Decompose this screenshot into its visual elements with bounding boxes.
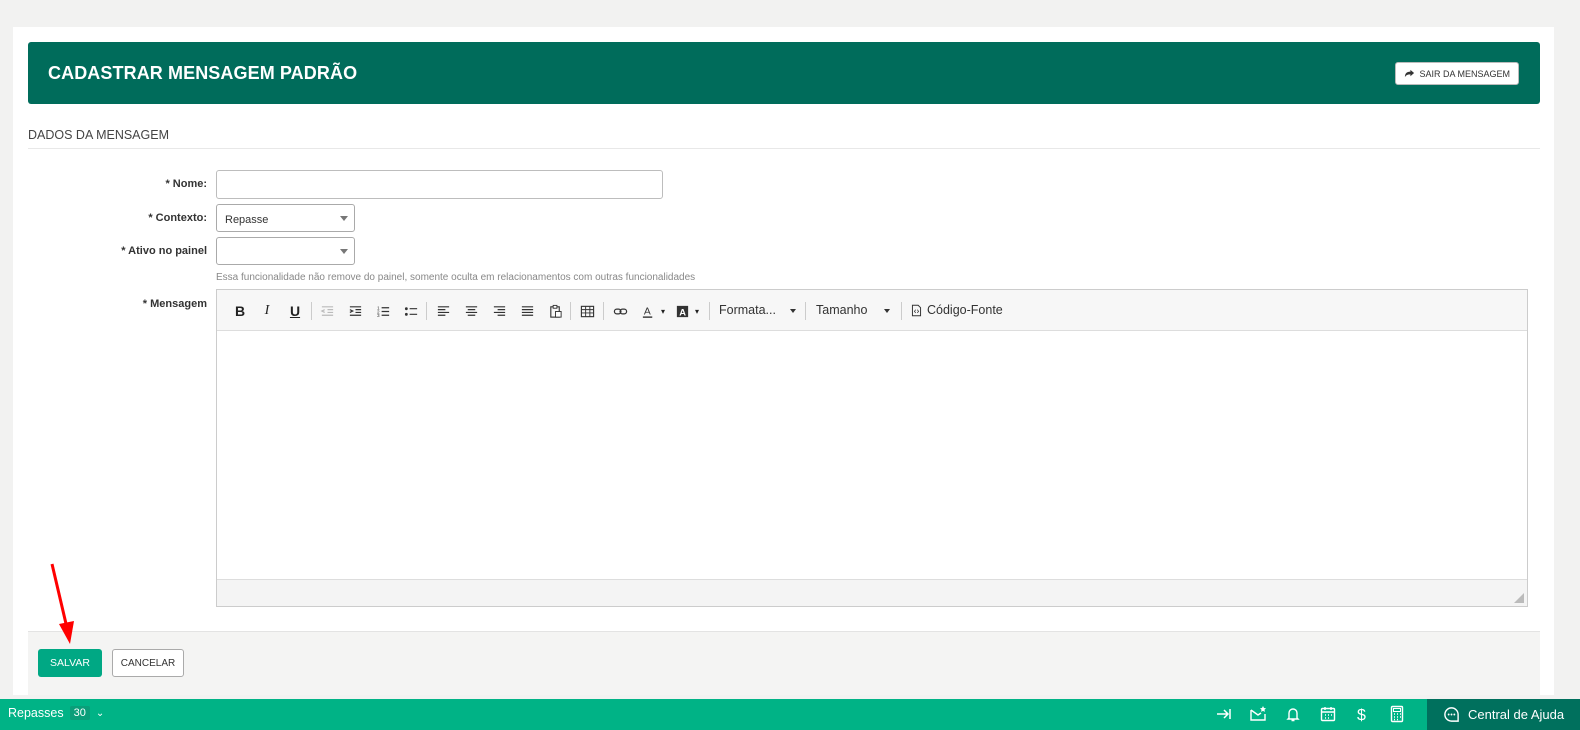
share-arrow-icon xyxy=(1405,69,1415,78)
svg-text:3: 3 xyxy=(376,313,379,318)
form-card: CADASTRAR MENSAGEM PADRÃO SAIR DA MENSAG… xyxy=(13,27,1554,695)
toolbar-divider xyxy=(311,302,312,320)
size-dropdown[interactable]: Tamanho xyxy=(816,303,892,317)
editor-statusbar xyxy=(217,579,1527,606)
table-icon[interactable] xyxy=(578,302,596,320)
module-count-badge: 30 xyxy=(69,706,90,720)
nome-input[interactable] xyxy=(216,170,663,199)
chevron-down-icon: ⌄ xyxy=(95,707,105,719)
bottom-bar: Repasses 30 ⌄ $ Central de Ajuda xyxy=(0,699,1580,730)
mensagem-label: * Mensagem xyxy=(142,298,207,310)
underline-icon[interactable]: U xyxy=(286,302,304,320)
ativo-label: * Ativo no painel xyxy=(121,245,207,257)
section-divider xyxy=(28,148,1540,149)
exit-message-label: SAIR DA MENSAGEM xyxy=(1419,68,1510,79)
align-left-icon[interactable] xyxy=(434,302,452,320)
toolbar-divider xyxy=(426,302,427,320)
contexto-label: * Contexto: xyxy=(148,212,207,224)
dollar-icon[interactable]: $ xyxy=(1352,704,1372,724)
calendar-icon[interactable] xyxy=(1318,704,1338,724)
annotation-arrow-icon xyxy=(50,563,74,644)
italic-icon[interactable]: I xyxy=(258,302,276,320)
chevron-down-icon xyxy=(340,249,348,254)
chat-bubble-icon xyxy=(1444,707,1459,722)
save-button[interactable]: SALVAR xyxy=(38,649,102,677)
bold-icon[interactable]: B xyxy=(231,302,249,320)
toolbar-divider xyxy=(603,302,604,320)
toolbar-divider xyxy=(709,302,710,320)
module-switcher[interactable]: Repasses 30 ⌄ xyxy=(8,706,104,720)
svg-text:$: $ xyxy=(1357,707,1366,723)
outdent-icon[interactable] xyxy=(318,302,336,320)
chevron-down-icon xyxy=(790,309,796,313)
svg-text:A: A xyxy=(643,306,650,317)
chevron-down-icon[interactable]: ▾ xyxy=(688,302,706,320)
editor-toolbar: B I U 123 A ▾ A ▾ Formata... Tamanho Cód… xyxy=(217,290,1527,331)
collapse-right-icon[interactable] xyxy=(1214,704,1234,724)
chevron-down-icon xyxy=(884,309,890,313)
align-center-icon[interactable] xyxy=(462,302,480,320)
section-title: DADOS DA MENSAGEM xyxy=(28,128,169,142)
source-code-label: Código-Fonte xyxy=(927,303,1003,317)
bell-icon[interactable] xyxy=(1283,704,1303,724)
format-label: Formata... xyxy=(719,303,776,317)
exit-message-button[interactable]: SAIR DA MENSAGEM xyxy=(1395,62,1519,85)
resize-handle-icon[interactable] xyxy=(1514,593,1524,603)
align-right-icon[interactable] xyxy=(490,302,508,320)
chevron-down-icon xyxy=(340,216,348,221)
page-title: CADASTRAR MENSAGEM PADRÃO xyxy=(48,63,358,83)
source-code-button[interactable]: Código-Fonte xyxy=(910,303,1003,317)
rich-text-editor: B I U 123 A ▾ A ▾ Formata... Tamanho Cód… xyxy=(216,289,1528,607)
help-center-button[interactable]: Central de Ajuda xyxy=(1427,699,1580,730)
numbered-list-icon[interactable]: 123 xyxy=(374,302,392,320)
module-label: Repasses xyxy=(8,706,64,720)
align-justify-icon[interactable] xyxy=(518,302,536,320)
link-icon[interactable] xyxy=(611,302,629,320)
svg-text:A: A xyxy=(679,307,686,317)
cancel-button[interactable]: CANCELAR xyxy=(112,649,184,677)
contexto-select[interactable]: Repasse xyxy=(216,204,355,232)
bullet-list-icon[interactable] xyxy=(402,302,420,320)
mail-star-icon[interactable] xyxy=(1248,704,1268,724)
help-center-label: Central de Ajuda xyxy=(1468,707,1565,722)
paste-icon[interactable] xyxy=(546,302,564,320)
toolbar-divider xyxy=(901,302,902,320)
source-code-icon xyxy=(911,304,922,316)
editor-content-area[interactable] xyxy=(217,332,1527,580)
toolbar-divider xyxy=(805,302,806,320)
form-actions: SALVAR CANCELAR xyxy=(28,631,1540,695)
contexto-value: Repasse xyxy=(225,214,269,226)
page-header: CADASTRAR MENSAGEM PADRÃO SAIR DA MENSAG… xyxy=(28,42,1540,104)
chevron-down-icon[interactable]: ▾ xyxy=(654,302,672,320)
ativo-select[interactable] xyxy=(216,237,355,265)
calculator-icon[interactable] xyxy=(1387,704,1407,724)
ativo-hint: Essa funcionalidade não remove do painel… xyxy=(216,272,696,283)
indent-icon[interactable] xyxy=(346,302,364,320)
nome-label: * Nome: xyxy=(165,178,207,190)
size-label: Tamanho xyxy=(816,303,868,317)
toolbar-divider xyxy=(570,302,571,320)
format-dropdown[interactable]: Formata... xyxy=(719,303,796,317)
